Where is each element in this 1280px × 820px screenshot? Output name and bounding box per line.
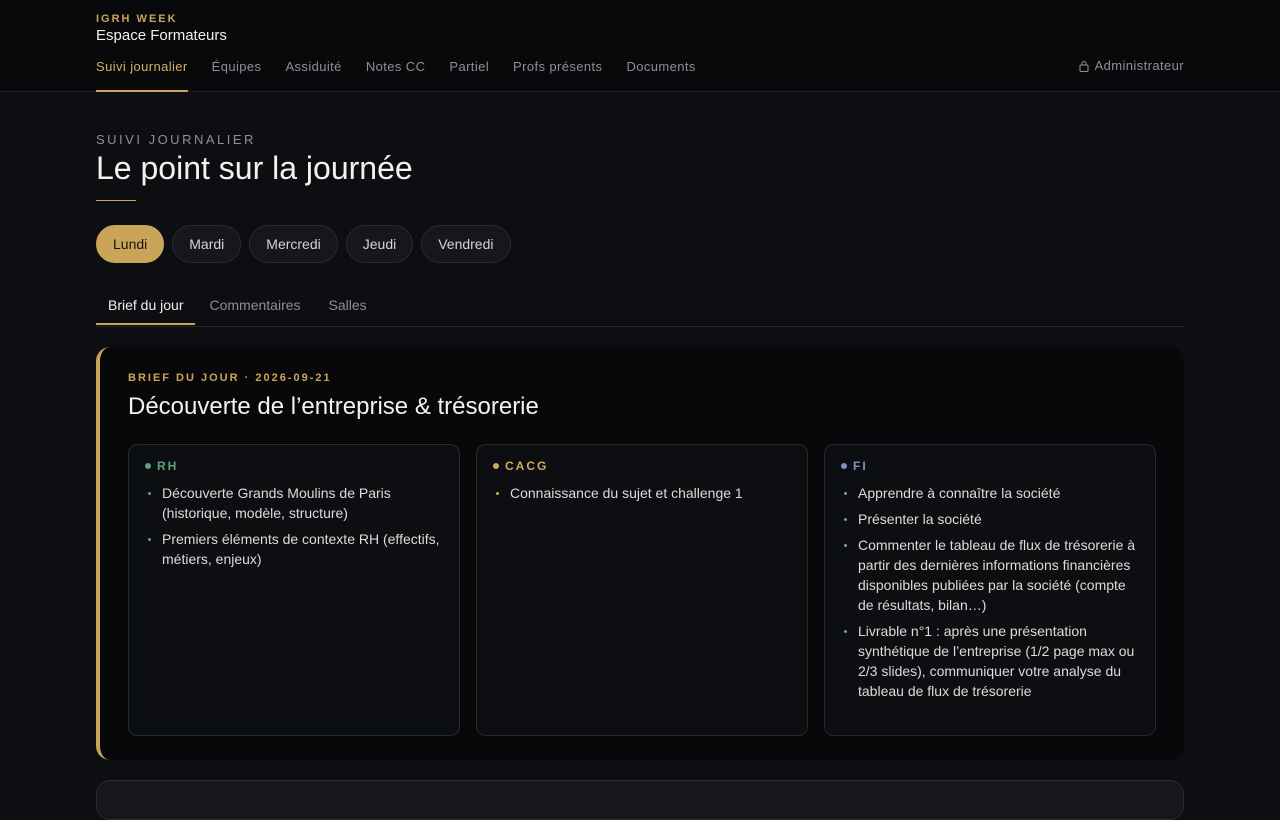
list-item: Apprendre à connaître la société <box>841 483 1139 503</box>
item-list: Connaissance du sujet et challenge 1 <box>493 483 791 503</box>
item-list: Apprendre à connaître la société Présent… <box>841 483 1139 701</box>
brief-title: Découverte de l’entreprise & trésorerie <box>128 393 539 420</box>
bullet-icon <box>844 492 847 495</box>
bullet-icon <box>148 492 151 495</box>
bullet-icon <box>496 492 499 495</box>
column-label: RH <box>157 459 179 473</box>
item-list: Découverte Grands Moulins de Paris (hist… <box>145 483 443 569</box>
day-mercredi[interactable]: Mercredi <box>249 225 338 263</box>
nav-item-suivi-journalier[interactable]: Suivi journalier <box>96 58 188 92</box>
column-rh: RH Découverte Grands Moulins de Paris (h… <box>128 444 460 736</box>
dot-icon <box>493 463 499 469</box>
tab-commentaires[interactable]: Commentaires <box>195 287 314 325</box>
bullet-icon <box>148 538 151 541</box>
list-item: Premiers éléments de contexte RH (effect… <box>145 529 443 569</box>
list-item: Connaissance du sujet et challenge 1 <box>493 483 791 503</box>
column-label: CACG <box>505 459 549 473</box>
title-divider <box>96 200 136 201</box>
main-nav: Suivi journalier Équipes Assiduité Notes… <box>96 58 696 92</box>
section-kicker: SUIVI JOURNALIER <box>96 132 256 147</box>
lock-icon <box>1079 60 1089 72</box>
admin-button[interactable]: Administrateur <box>1079 58 1184 73</box>
next-card <box>96 780 1184 820</box>
day-mardi[interactable]: Mardi <box>172 225 242 263</box>
bullet-icon <box>844 518 847 521</box>
bullet-icon <box>844 544 847 547</box>
nav-item-partiel[interactable]: Partiel <box>449 58 489 92</box>
brief-kicker: BRIEF DU JOUR · 2026-09-21 <box>128 372 332 384</box>
brief-columns: RH Découverte Grands Moulins de Paris (h… <box>128 444 1156 736</box>
brand-kicker: IGRH WEEK <box>96 13 178 25</box>
brief-card: BRIEF DU JOUR · 2026-09-21 Découverte de… <box>96 347 1184 760</box>
day-vendredi[interactable]: Vendredi <box>421 225 511 263</box>
dot-icon <box>145 463 151 469</box>
dot-icon <box>841 463 847 469</box>
nav-item-profs-presents[interactable]: Profs présents <box>513 58 602 92</box>
day-selector: Lundi Mardi Mercredi Jeudi Vendredi <box>96 225 511 263</box>
column-header-cacg: CACG <box>493 459 791 473</box>
brand-title: Espace Formateurs <box>96 27 227 44</box>
list-item-text: Apprendre à connaître la société <box>858 485 1061 501</box>
list-item: Présenter la société <box>841 509 1139 529</box>
list-item-text: Commenter le tableau de flux de trésorer… <box>858 537 1136 613</box>
list-item: Livrable n°1 : après une présentation sy… <box>841 621 1139 701</box>
list-item-text: Découverte Grands Moulins de Paris (hist… <box>162 485 391 521</box>
day-lundi[interactable]: Lundi <box>96 225 165 263</box>
column-header-fi: FI <box>841 459 1139 473</box>
subtabs: Brief du jour Commentaires Salles <box>96 287 1184 327</box>
nav-item-documents[interactable]: Documents <box>626 58 695 92</box>
nav-item-equipes[interactable]: Équipes <box>212 58 262 92</box>
top-bar: IGRH WEEK Espace Formateurs Suivi journa… <box>0 0 1280 92</box>
nav-item-notes-cc[interactable]: Notes CC <box>366 58 426 92</box>
column-header-rh: RH <box>145 459 443 473</box>
admin-label: Administrateur <box>1094 58 1184 73</box>
page-title: Le point sur la journée <box>96 150 413 186</box>
bullet-icon <box>844 630 847 633</box>
nav-item-assiduite[interactable]: Assiduité <box>285 58 341 92</box>
tab-salles[interactable]: Salles <box>315 287 381 325</box>
list-item: Commenter le tableau de flux de trésorer… <box>841 535 1139 615</box>
tab-brief-du-jour[interactable]: Brief du jour <box>96 287 196 325</box>
column-fi: FI Apprendre à connaître la société Prés… <box>824 444 1156 736</box>
day-jeudi[interactable]: Jeudi <box>345 225 414 263</box>
list-item-text: Livrable n°1 : après une présentation sy… <box>858 623 1135 699</box>
list-item-text: Connaissance du sujet et challenge 1 <box>510 485 743 501</box>
list-item: Découverte Grands Moulins de Paris (hist… <box>145 483 443 523</box>
list-item-text: Premiers éléments de contexte RH (effect… <box>162 531 440 567</box>
list-item-text: Présenter la société <box>858 511 982 527</box>
column-cacg: CACG Connaissance du sujet et challenge … <box>476 444 808 736</box>
column-label: FI <box>853 459 868 473</box>
